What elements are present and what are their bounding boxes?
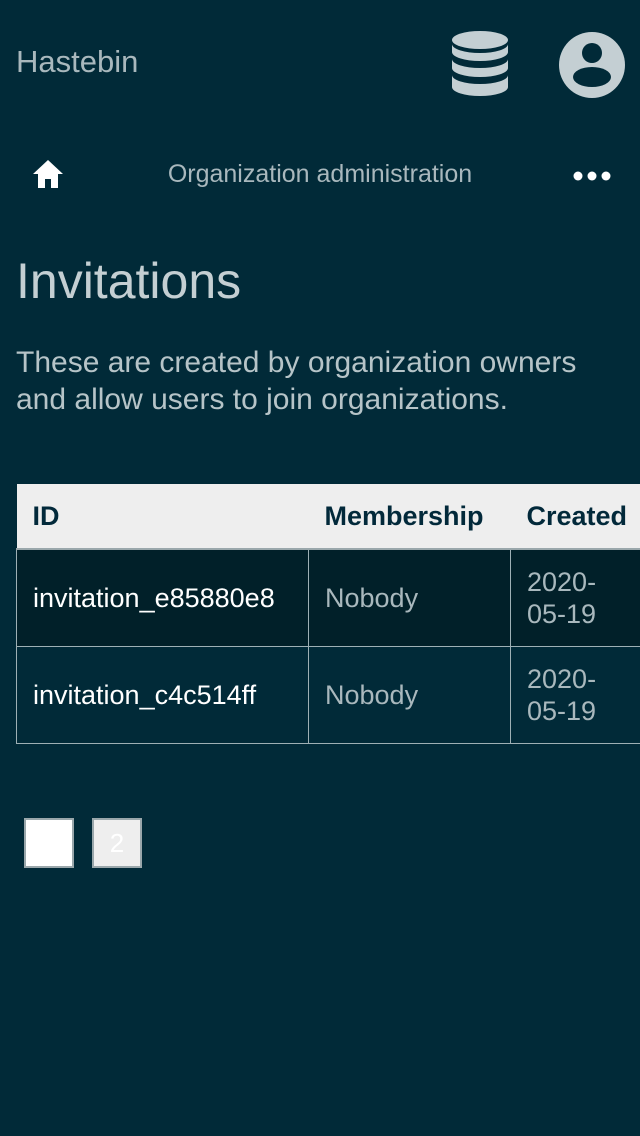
created-date-part2: 05-19 (527, 599, 597, 629)
invitation-id-cell[interactable]: invitation_c4c514ff (16, 646, 309, 744)
column-header-membership[interactable]: Membership (308, 484, 511, 550)
database-icon[interactable] (450, 30, 510, 98)
invitations-table: ID Membership Created invitation_e85880e… (16, 484, 640, 744)
table-header-row: ID Membership Created (16, 484, 640, 550)
created-cell: 2020- 05-19 (510, 646, 640, 744)
column-header-created[interactable]: Created (510, 484, 640, 550)
more-horizontal-icon[interactable] (572, 165, 612, 187)
created-date-part2: 05-19 (527, 696, 597, 726)
invitation-id-cell[interactable]: invitation_e85880e8 (16, 548, 309, 647)
column-header-id[interactable]: ID (16, 484, 309, 550)
invitations-table-wrapper: ID Membership Created invitation_e85880e… (16, 484, 640, 748)
membership-cell: Nobody (308, 646, 511, 744)
page-description: These are created by organization owners… (16, 346, 577, 416)
created-cell: 2020- 05-19 (510, 548, 640, 647)
app-header: Hastebin (0, 0, 640, 124)
nav-title[interactable]: Organization administration (0, 160, 640, 189)
membership-cell: Nobody (308, 548, 511, 647)
account-circle-icon[interactable] (558, 31, 626, 99)
created-date-part1: 2020- (527, 567, 597, 597)
created-date-part1: 2020- (527, 664, 597, 694)
app-title: Hastebin (16, 44, 139, 79)
page-button-2[interactable]: 2 (92, 818, 142, 868)
table-row[interactable]: invitation_c4c514ff Nobody 2020- 05-19 (16, 646, 640, 744)
page-button-current[interactable]: 1 (24, 818, 74, 868)
page-title: Invitations (16, 253, 242, 309)
table-row[interactable]: invitation_e85880e8 Nobody 2020- 05-19 (16, 548, 640, 647)
